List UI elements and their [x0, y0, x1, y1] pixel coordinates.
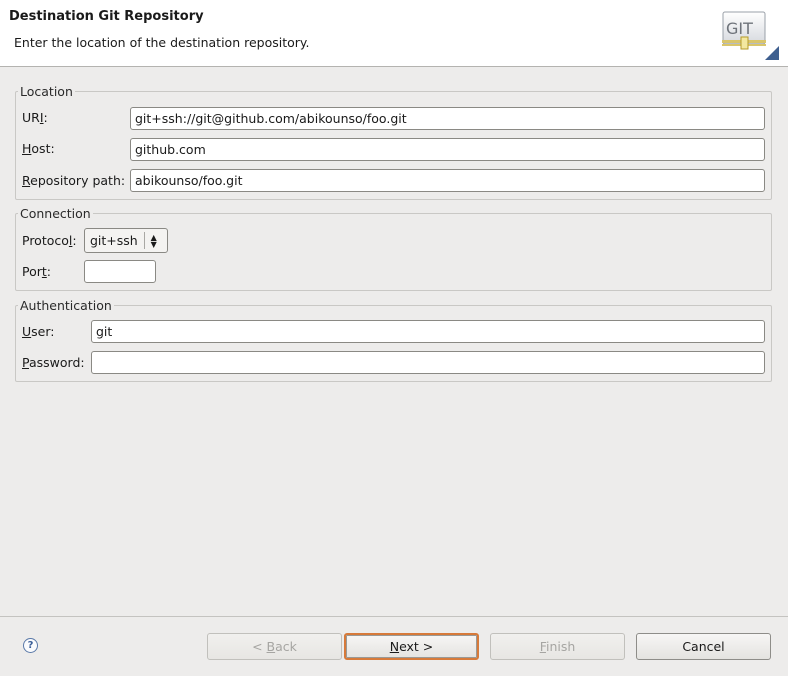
cancel-button[interactable]: Cancel: [636, 633, 771, 660]
svg-text:GIT: GIT: [726, 19, 753, 38]
connection-legend: Connection: [20, 206, 91, 221]
protocol-select[interactable]: git+ssh ▲ ▼: [84, 228, 168, 253]
authentication-legend: Authentication: [20, 298, 112, 313]
git-logo-icon: GIT: [722, 11, 779, 60]
host-label: Host:: [22, 141, 55, 156]
port-label: Port:: [22, 264, 52, 279]
repository-path-label: Repository path:: [22, 173, 126, 188]
port-input[interactable]: [84, 260, 156, 283]
back-button[interactable]: < Back: [207, 633, 342, 660]
host-input[interactable]: [130, 138, 765, 161]
footer-separator: [0, 616, 788, 617]
user-label: User:: [22, 324, 55, 339]
location-legend: Location: [20, 84, 73, 99]
page-title: Destination Git Repository: [9, 9, 204, 24]
repository-path-input[interactable]: [130, 169, 765, 192]
help-icon[interactable]: ?: [23, 638, 38, 653]
password-input[interactable]: [91, 351, 765, 374]
updown-arrows-icon: ▲ ▼: [150, 232, 157, 249]
uri-label: URI:: [22, 110, 48, 125]
protocol-value: git+ssh: [90, 233, 138, 248]
finish-button[interactable]: Finish: [490, 633, 625, 660]
uri-input[interactable]: [130, 107, 765, 130]
page-description: Enter the location of the destination re…: [14, 35, 310, 50]
protocol-label: Protocol:: [22, 233, 77, 248]
wizard-header: Destination Git Repository Enter the loc…: [0, 0, 788, 67]
next-button[interactable]: Next >: [344, 633, 479, 660]
user-input[interactable]: [91, 320, 765, 343]
password-label: Password:: [22, 355, 85, 370]
